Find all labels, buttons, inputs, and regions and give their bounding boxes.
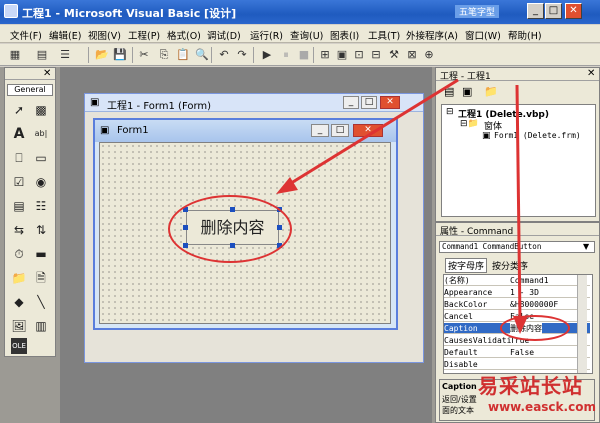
watermark-url: www.easck.com	[488, 400, 596, 414]
annotation-arrows	[276, 78, 528, 334]
watermark-brand: 易采站长站	[478, 374, 583, 398]
